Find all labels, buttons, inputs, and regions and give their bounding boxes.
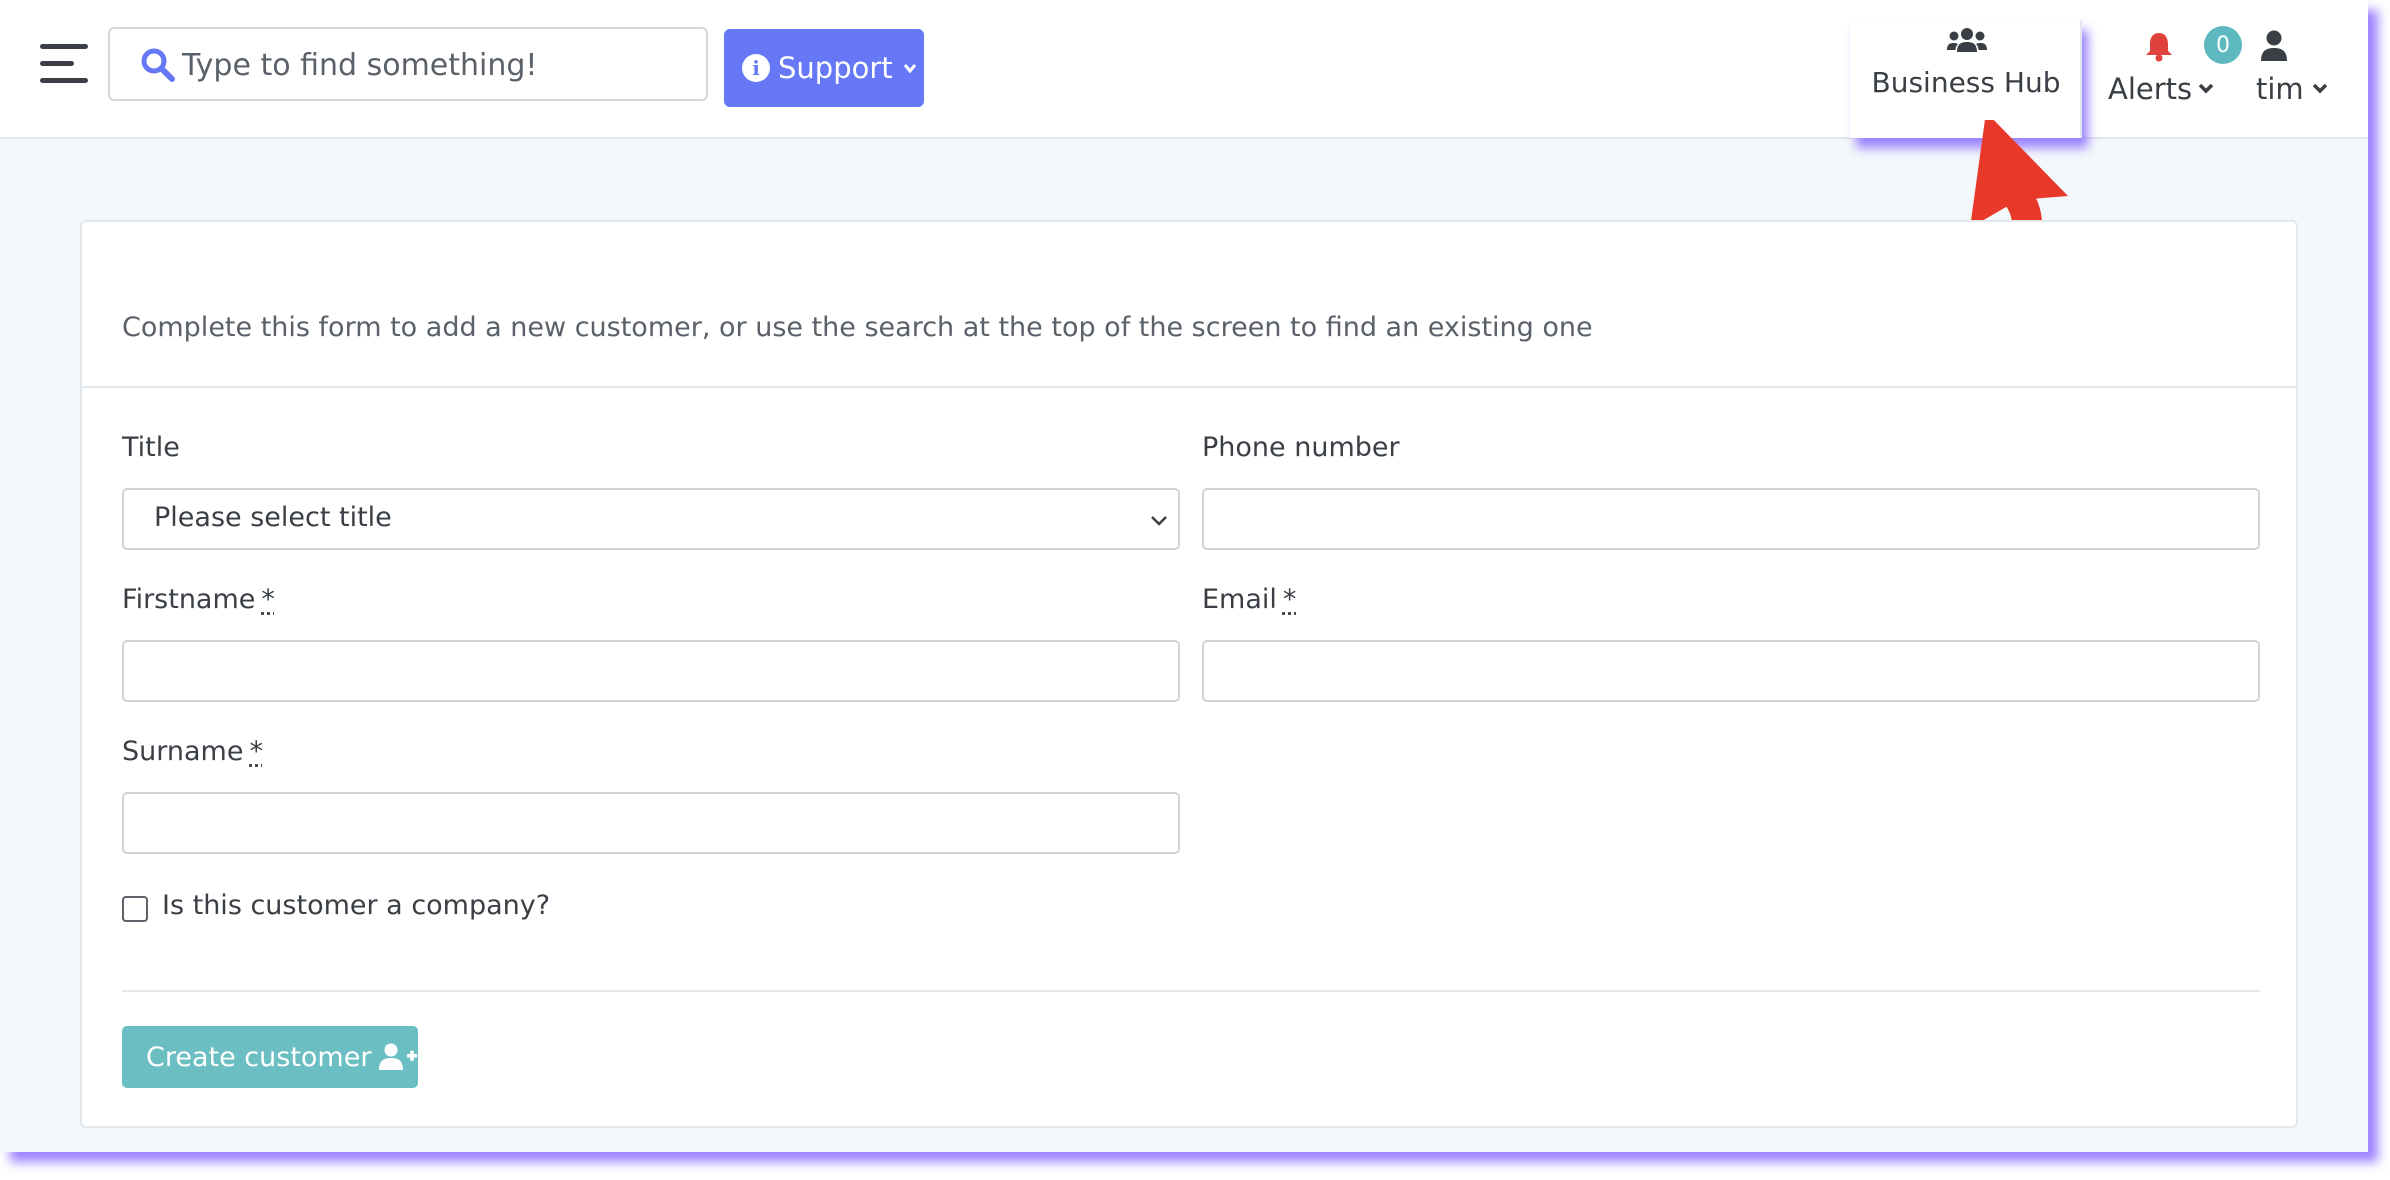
info-circle-icon: i: [742, 54, 770, 82]
support-label: Support: [778, 51, 893, 85]
surname-label-text: Surname: [122, 736, 244, 767]
new-customer-card: Complete this form to add a new customer…: [80, 220, 2298, 1128]
card-divider: [82, 386, 2296, 388]
chevron-down-icon: [1151, 516, 1167, 526]
surname-label: Surname *: [122, 736, 263, 767]
phone-label: Phone number: [1202, 432, 1400, 463]
title-select-value: Please select title: [154, 502, 392, 533]
alerts-label: Alerts: [2108, 72, 2193, 106]
search-box: [108, 27, 708, 101]
search-icon: [141, 48, 175, 82]
support-button[interactable]: i Support: [724, 29, 924, 107]
phone-input[interactable]: [1204, 490, 2258, 548]
firstname-label: Firstname *: [122, 584, 275, 615]
search-input[interactable]: [182, 39, 692, 91]
surname-input[interactable]: [124, 794, 1178, 852]
app-frame: i Support Alerts 0 tim: [0, 0, 2368, 1152]
hamburger-icon[interactable]: [40, 44, 88, 84]
form-intro-text: Complete this form to add a new customer…: [122, 312, 1593, 343]
title-select[interactable]: Please select title: [122, 488, 1180, 550]
alerts-count-badge: 0: [2204, 26, 2242, 64]
chevron-down-icon: [903, 64, 916, 74]
user-label: tim: [2256, 72, 2304, 106]
chevron-down-icon: [2198, 83, 2214, 94]
surname-field: [122, 792, 1180, 854]
form-footer-divider: [122, 990, 2260, 992]
required-marker: *: [1282, 584, 1297, 615]
users-group-icon: [1947, 28, 1987, 52]
title-label: Title: [122, 432, 180, 463]
firstname-field: [122, 640, 1180, 702]
company-checkbox-label[interactable]: Is this customer a company?: [162, 890, 550, 921]
user-menu[interactable]: tim: [2250, 28, 2340, 108]
email-label: Email *: [1202, 584, 1296, 615]
chevron-down-icon: [2312, 83, 2328, 94]
create-customer-button[interactable]: Create customer: [122, 1026, 418, 1088]
business-hub-label: Business Hub: [1871, 66, 2061, 99]
company-checkbox[interactable]: [122, 896, 148, 922]
firstname-label-text: Firstname: [122, 584, 256, 615]
alerts-menu[interactable]: Alerts: [2098, 28, 2218, 108]
bell-icon: [2146, 33, 2172, 62]
firstname-input[interactable]: [124, 642, 1178, 700]
email-field: [1202, 640, 2260, 702]
required-marker: *: [249, 736, 263, 767]
email-input[interactable]: [1204, 642, 2258, 700]
required-marker: *: [261, 584, 275, 615]
user-icon: [2261, 30, 2287, 61]
user-plus-icon: [379, 1043, 418, 1070]
phone-field: [1202, 488, 2260, 550]
email-label-text: Email: [1202, 584, 1277, 615]
create-customer-label: Create customer: [146, 1041, 372, 1073]
